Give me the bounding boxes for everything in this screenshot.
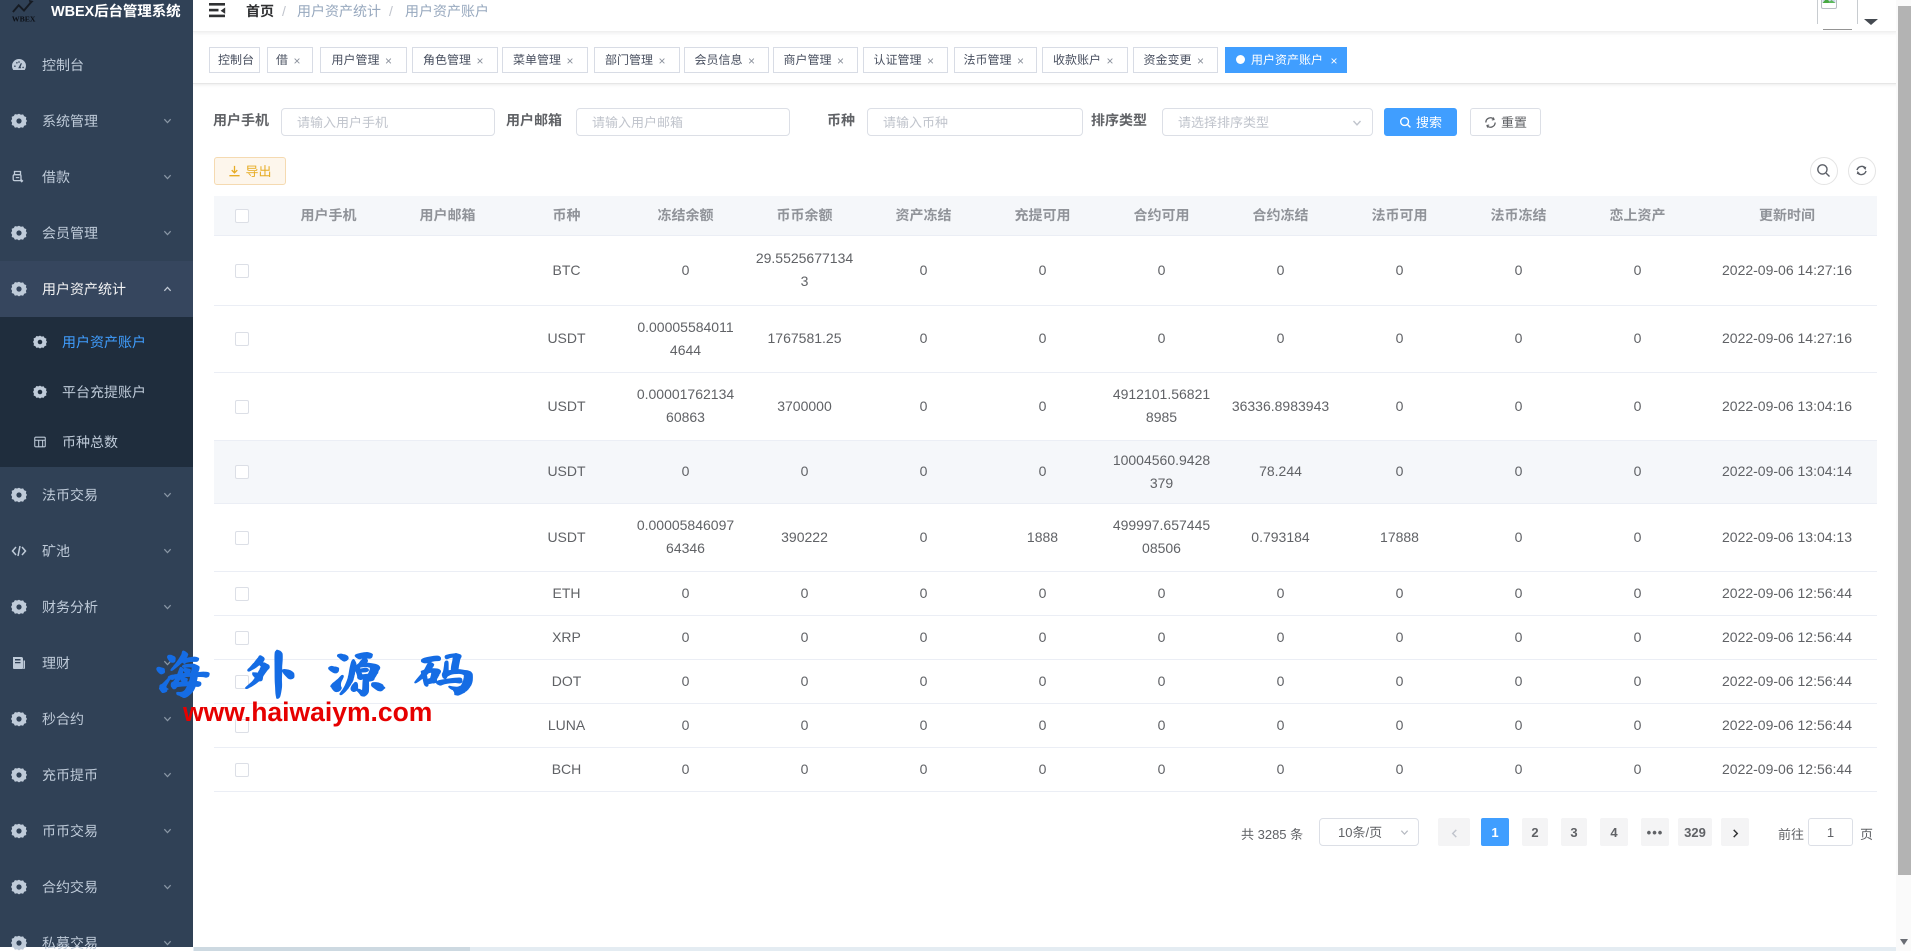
- svg-text:WBEX: WBEX: [12, 15, 36, 24]
